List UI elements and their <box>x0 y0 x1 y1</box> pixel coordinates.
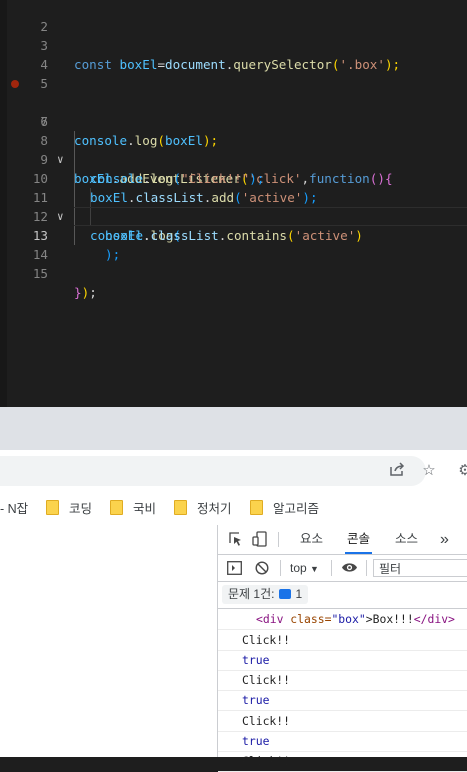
issues-bar: 문제 1건: 1 <box>218 582 467 609</box>
code-line[interactable]: 14 <box>0 226 467 262</box>
bookmark-item[interactable]: 국비 <box>110 500 156 518</box>
code-line[interactable]: 9 console.log("Click!!"); <box>0 131 467 186</box>
device-toolbar-icon[interactable] <box>252 525 268 554</box>
bookmark-item[interactable]: 알고리즘 <box>250 500 319 518</box>
code-line[interactable]: 8 ∨ boxEl.addEventListener('click',funct… <box>0 112 467 186</box>
toolbar-divider <box>331 560 332 576</box>
console-message[interactable]: Click!! <box>218 711 467 732</box>
line-number: 15 <box>32 266 48 281</box>
console-message[interactable]: Click!! <box>218 630 467 651</box>
inspect-element-icon[interactable] <box>228 525 243 554</box>
browser-window: ☆ ⚙ - N잡 코딩 국비 정처기 알고리즘 요소 콘솔 소스 » top ▼… <box>0 407 467 772</box>
breakpoint-icon[interactable] <box>11 80 19 88</box>
code-line[interactable]: 5 <box>0 55 467 91</box>
devtools-tab-bar: 요소 콘솔 소스 » <box>218 525 467 555</box>
folder-icon <box>46 500 59 515</box>
code-line[interactable]: 12 boxEl.classList.contains('active') <box>0 188 467 243</box>
console-message[interactable]: true <box>218 731 467 752</box>
bookmark-item[interactable]: 코딩 <box>46 500 92 518</box>
toolbar-divider <box>280 560 281 576</box>
code-line[interactable]: 11 ∨ console.log( <box>0 169 467 243</box>
console-message[interactable]: Click!! <box>218 751 467 772</box>
code-line[interactable]: 7 <box>0 93 467 129</box>
console-message[interactable]: <div class="box">Box!!!</div> <box>218 609 467 630</box>
issue-badge-icon <box>279 589 292 599</box>
tab-console[interactable]: 콘솔 <box>345 525 373 554</box>
address-bar[interactable] <box>0 456 426 486</box>
toolbar-divider <box>366 560 367 576</box>
browser-toolbar: ☆ ⚙ <box>0 450 467 493</box>
extension-icon[interactable]: ⚙ <box>455 461 467 481</box>
bookmark-item[interactable]: - N잡 <box>0 500 28 518</box>
tab-sources[interactable]: 소스 <box>395 525 418 554</box>
folder-icon <box>174 500 187 515</box>
console-message[interactable]: true <box>218 650 467 671</box>
bookmarks-bar: - N잡 코딩 국비 정처기 알고리즘 <box>0 492 467 526</box>
devtools-panel: 요소 콘솔 소스 » top ▼ 필터 문제 1건: 1 <div class=… <box>217 525 467 772</box>
issues-count: 1 <box>295 587 303 601</box>
console-message[interactable]: Click!! <box>218 670 467 691</box>
live-expression-eye-icon[interactable] <box>341 561 358 579</box>
tab-strip[interactable] <box>0 407 467 450</box>
tab-elements[interactable]: 요소 <box>300 525 323 554</box>
folder-icon <box>250 500 263 515</box>
console-message[interactable]: true <box>218 690 467 711</box>
context-selector[interactable]: top ▼ <box>290 559 319 578</box>
code-editor[interactable]: 2 3 const boxEl=document.querySelector('… <box>0 0 467 407</box>
issues-button[interactable]: 문제 1건: 1 <box>222 585 309 604</box>
sidebar-toggle-icon[interactable] <box>227 561 242 580</box>
clear-console-icon[interactable] <box>255 561 269 580</box>
console-toolbar: top ▼ 필터 <box>218 555 467 582</box>
bookmark-item[interactable]: 정처기 <box>174 500 232 518</box>
page-content <box>0 525 217 757</box>
code-line[interactable]: 4 <box>0 36 467 72</box>
tab-divider <box>278 532 279 547</box>
folder-icon <box>110 500 123 515</box>
code-line[interactable]: 6 console.log(boxEl); <box>0 74 467 148</box>
issues-label: 문제 1건: <box>228 587 275 601</box>
code-line[interactable]: 15 }); <box>0 245 467 300</box>
share-icon[interactable] <box>387 461 407 481</box>
code-line[interactable]: 10 boxEl.classList.add('active'); <box>0 150 467 205</box>
star-icon[interactable]: ☆ <box>419 461 439 481</box>
code-line[interactable]: 3 const boxEl=document.querySelector('.b… <box>0 17 467 72</box>
console-output[interactable]: <div class="box">Box!!!</div> Click!! tr… <box>218 609 467 772</box>
code-text: }); <box>74 285 97 300</box>
code-line[interactable]: 2 <box>0 0 467 34</box>
dropdown-arrow-icon: ▼ <box>310 564 319 574</box>
console-filter-input[interactable]: 필터 <box>373 559 467 577</box>
more-tabs-button[interactable]: » <box>440 525 449 554</box>
code-line-current[interactable]: 13 ); <box>0 207 467 262</box>
